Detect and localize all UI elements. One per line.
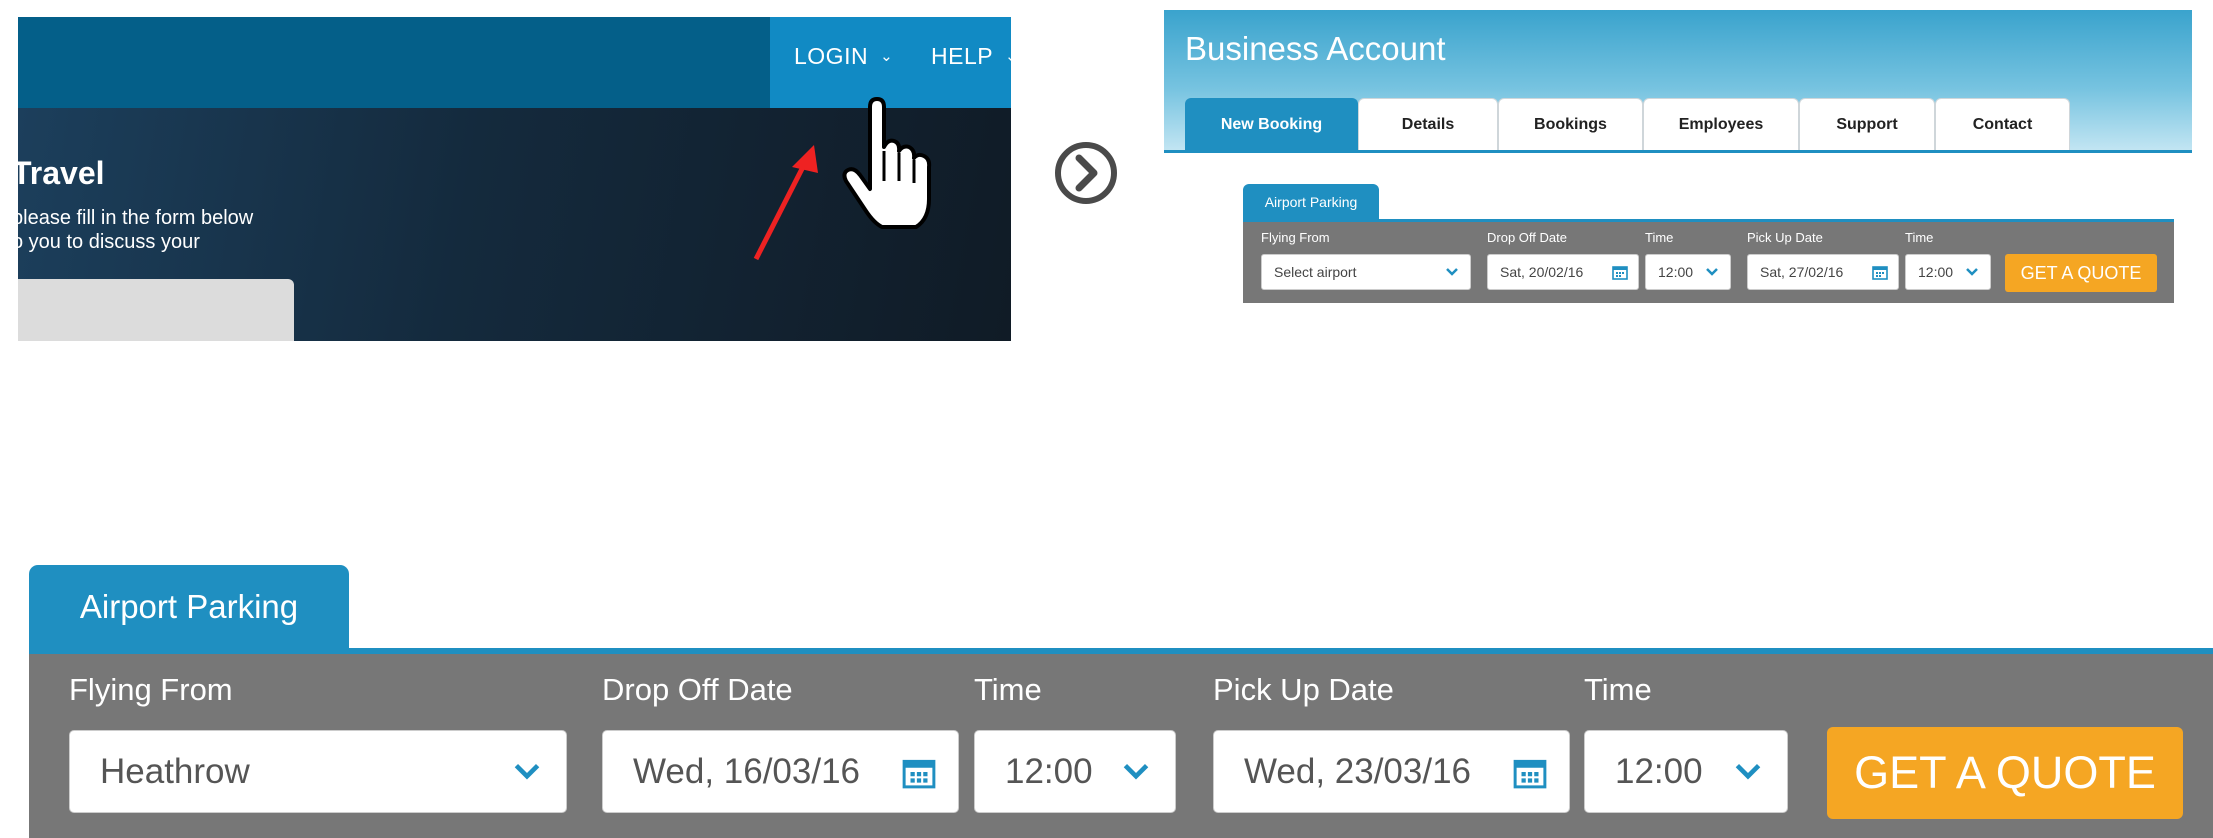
pick-up-date-value: Wed, 23/03/16 bbox=[1244, 751, 1472, 791]
time-label-2: Time bbox=[1584, 672, 1652, 707]
drop-off-date-label: Drop Off Date bbox=[602, 672, 793, 707]
pick-up-time-select[interactable]: 12:00 bbox=[1584, 730, 1788, 813]
pick-up-time-select[interactable]: 12:00 bbox=[1905, 254, 1991, 290]
red-arrow-icon bbox=[753, 145, 818, 261]
drop-off-date-field[interactable]: Wed, 16/03/16 bbox=[602, 730, 959, 813]
tabs-underline bbox=[1164, 150, 2192, 153]
zoomed-booking-form: Airport Parking Flying From Drop Off Dat… bbox=[29, 565, 2213, 838]
time-label-1: Time bbox=[974, 672, 1042, 707]
tab-employees[interactable]: Employees bbox=[1643, 98, 1799, 150]
flying-from-value: Heathrow bbox=[100, 751, 250, 791]
calendar-icon bbox=[1612, 266, 1628, 280]
chevron-down-icon: ⌄ bbox=[880, 48, 894, 65]
tab-airport-parking[interactable]: Airport Parking bbox=[29, 565, 349, 648]
hero-form-box bbox=[18, 279, 294, 341]
pick-up-date-field[interactable]: Wed, 23/03/16 bbox=[1213, 730, 1570, 813]
pick-up-date-label: Pick Up Date bbox=[1747, 230, 1823, 245]
calendar-icon bbox=[1513, 759, 1547, 789]
drop-off-time-select[interactable]: 12:00 bbox=[974, 730, 1176, 813]
drop-off-time-value: 12:00 bbox=[1658, 264, 1694, 280]
drop-off-time-value: 12:00 bbox=[1005, 751, 1093, 791]
pick-up-date-label: Pick Up Date bbox=[1213, 672, 1394, 707]
flying-from-select[interactable]: Heathrow bbox=[69, 730, 567, 813]
business-account-screenshot: Business Account New Booking Details Boo… bbox=[1164, 10, 2192, 310]
chevron-down-icon bbox=[1735, 763, 1761, 780]
get-a-quote-button[interactable]: GET A QUOTE bbox=[2005, 254, 2157, 292]
login-menu[interactable]: LOGIN ⌄ bbox=[794, 43, 893, 70]
calendar-icon bbox=[902, 759, 936, 789]
chevron-down-icon bbox=[514, 763, 540, 780]
pick-up-date-field[interactable]: Sat, 27/02/16 bbox=[1747, 254, 1899, 290]
tab-support[interactable]: Support bbox=[1799, 98, 1935, 150]
drop-off-date-value: Wed, 16/03/16 bbox=[633, 751, 861, 791]
page-title: Business Account bbox=[1185, 30, 1446, 67]
drop-off-date-label: Drop Off Date bbox=[1487, 230, 1567, 245]
calendar-icon bbox=[1872, 266, 1888, 280]
tab-details[interactable]: Details bbox=[1358, 98, 1498, 150]
next-arrow-circle-icon bbox=[1055, 142, 1117, 204]
chevron-down-icon bbox=[1446, 268, 1458, 276]
get-a-quote-button[interactable]: GET A QUOTE bbox=[1827, 727, 2183, 819]
pick-up-time-value: 12:00 bbox=[1615, 751, 1703, 791]
flying-from-select[interactable]: Select airport bbox=[1261, 254, 1471, 290]
tab-new-booking[interactable]: New Booking bbox=[1185, 98, 1358, 150]
hero-text-line-1: please fill in the form below bbox=[18, 207, 254, 229]
chevron-down-icon bbox=[1706, 268, 1718, 276]
flying-from-value: Select airport bbox=[1274, 264, 1357, 280]
tab-airport-parking[interactable]: Airport Parking bbox=[1243, 184, 1379, 219]
flying-from-label: Flying From bbox=[1261, 230, 1330, 245]
pick-up-time-value: 12:00 bbox=[1918, 264, 1954, 280]
hero-text-line-2: o you to discuss your bbox=[18, 231, 200, 253]
hero-title: Travel bbox=[18, 155, 105, 191]
website-header-screenshot: LOGIN ⌄ HELP ⌄ Travel please fill in the f… bbox=[18, 17, 1011, 341]
help-menu[interactable]: HELP ⌄ bbox=[931, 43, 1011, 70]
chevron-down-icon: ⌄ bbox=[1005, 48, 1011, 65]
login-label: LOGIN bbox=[794, 43, 869, 69]
tab-bookings[interactable]: Bookings bbox=[1498, 98, 1643, 150]
pick-up-date-value: Sat, 27/02/16 bbox=[1760, 264, 1844, 280]
drop-off-time-select[interactable]: 12:00 bbox=[1645, 254, 1731, 290]
hand-cursor-icon bbox=[842, 97, 932, 229]
time-label-1: Time bbox=[1645, 230, 1674, 245]
chevron-down-icon bbox=[1123, 763, 1149, 780]
drop-off-date-value: Sat, 20/02/16 bbox=[1500, 264, 1584, 280]
drop-off-date-field[interactable]: Sat, 20/02/16 bbox=[1487, 254, 1639, 290]
tab-contact[interactable]: Contact bbox=[1935, 98, 2070, 150]
flying-from-label: Flying From bbox=[69, 672, 233, 707]
time-label-2: Time bbox=[1905, 230, 1934, 245]
help-label: HELP bbox=[931, 43, 994, 69]
chevron-down-icon bbox=[1966, 268, 1978, 276]
